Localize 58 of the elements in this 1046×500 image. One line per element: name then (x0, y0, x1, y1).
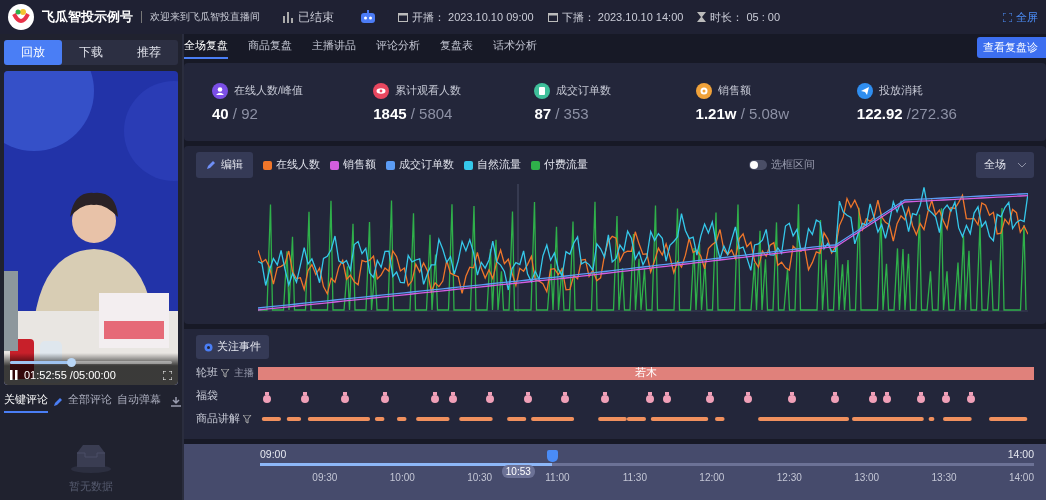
legend-label: 销售额 (343, 158, 376, 172)
tick-label: 10:00 (389, 472, 415, 483)
legend-label: 成交订单数 (399, 158, 454, 172)
diagnose-button[interactable]: 查看复盘诊 (977, 36, 1046, 58)
duration-time: 时长： 05 : 00 (710, 9, 781, 25)
stat-label: 销售额 (717, 83, 751, 98)
current-time: 10:53 (501, 465, 535, 478)
stat-value: 40 / 92 (212, 104, 259, 122)
stat-label: 成交订单数 (556, 83, 612, 98)
view-tab[interactable]: 评论分析 (376, 35, 420, 59)
stat-label: 在线人数/峰值 (234, 83, 303, 98)
tick-label: 11:30 (622, 472, 647, 483)
brand-name: 飞瓜智投示例号 (42, 8, 133, 26)
tick-label: 13:30 (931, 472, 957, 483)
stat-value: 1845 / 5804 (373, 104, 454, 122)
start-time: 开播： 2023.10.10 09:00 (412, 9, 534, 25)
end-time: 下播： 2023.10.10 14:00 (561, 9, 684, 25)
comment-tab[interactable]: 关键评论 (4, 391, 48, 413)
tick-label: 12:00 (699, 472, 725, 483)
player-tab[interactable]: 回放 (4, 40, 62, 65)
row-label: 福袋 (196, 389, 218, 403)
comment-tab[interactable]: 自动弹幕 (117, 391, 161, 413)
legend-label: 自然流量 (477, 158, 521, 172)
legend-label: 在线人数 (276, 158, 320, 172)
row-label: 商品讲解 (196, 412, 240, 426)
edit-button[interactable]: 编辑 (196, 152, 253, 178)
comment-tab[interactable]: 全部评论 (68, 391, 112, 413)
view-tab[interactable]: 商品复盘 (248, 35, 292, 59)
stat-value: 1.21w / 5.08w (695, 104, 790, 122)
shift-bar: 若木 (258, 366, 1034, 380)
stat-value: 87 / 353 (534, 104, 590, 122)
tick-label: 12:30 (776, 472, 802, 483)
start-time: 09:00 (260, 448, 287, 460)
row-sublabel: 主播 (234, 366, 254, 380)
fullscreen-link[interactable]: 全屏 (1016, 9, 1038, 25)
tick-label: 09:30 (312, 472, 338, 483)
view-tab[interactable]: 复盘表 (440, 35, 473, 59)
welcome-text: 欢迎来到飞瓜智投直播间 (150, 10, 260, 24)
end-time: 14:00 (1007, 448, 1034, 460)
stat-value: 122.92 /272.36 (856, 104, 958, 122)
row-label: 轮班 (196, 366, 218, 380)
player-tab[interactable]: 下载 (62, 40, 120, 65)
scope-dropdown[interactable]: 全场 (976, 152, 1034, 178)
toggle-label: 选框区间 (771, 158, 815, 172)
stat-label: 累计观看人数 (395, 83, 462, 98)
view-tab[interactable]: 主播讲品 (312, 35, 356, 59)
legend-label: 付费流量 (544, 158, 588, 172)
tick-label: 10:30 (467, 472, 493, 483)
player-tab[interactable]: 推荐 (120, 40, 178, 65)
tick-label: 13:00 (854, 472, 880, 483)
status-text: 已结束 (298, 8, 334, 26)
stat-label: 投放消耗 (878, 83, 923, 98)
tick-label: 11:00 (545, 472, 570, 483)
events-button[interactable]: 关注事件 (196, 335, 269, 359)
playback-time: 01:52:55 /05:00:00 (24, 369, 116, 381)
view-tab[interactable]: 全场复盘 (184, 35, 228, 59)
tick-label: 14:00 (1008, 472, 1034, 483)
view-tab[interactable]: 话术分析 (493, 35, 537, 59)
